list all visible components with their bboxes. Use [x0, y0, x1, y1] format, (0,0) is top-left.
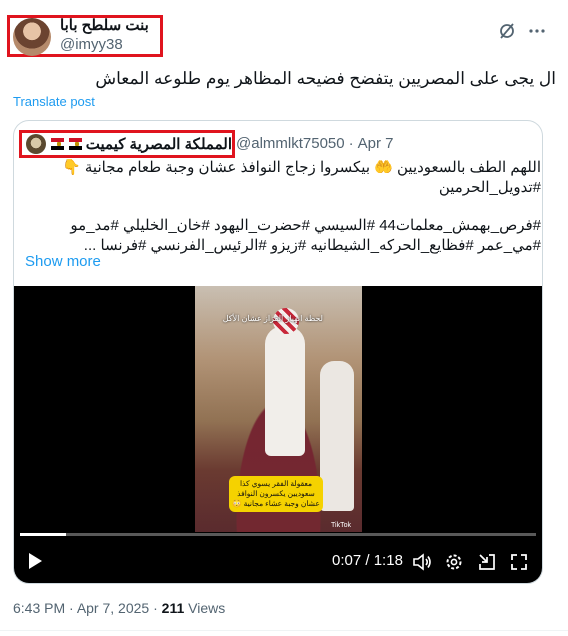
time-separator: / [361, 552, 374, 569]
grok-slash-icon[interactable] [496, 20, 518, 42]
quote-author-avatar[interactable] [26, 134, 46, 154]
author-avatar[interactable] [13, 18, 51, 56]
picture-in-picture-icon[interactable] [476, 551, 498, 573]
meta-dot: · [65, 600, 77, 616]
quote-author-name-row[interactable]: المملكة المصرية كيميت [50, 135, 232, 153]
tweet-text: ال يجى على المصريين يتفضح فضيحه المظاهر … [95, 69, 556, 88]
views-label: Views [188, 600, 226, 616]
video-caption-line: عشان وجبة عشاء مجانية 😳 [232, 499, 320, 508]
quote-text-line: #مي_عمر #فظايع_الحركه_الشيطانيه #زيزو #ا… [83, 237, 541, 254]
tweet-time[interactable]: 6:43 PM [13, 600, 65, 616]
quote-text-line: اللهم الطف بالسعوديين 🤲 بيكسروا زجاج الن… [62, 159, 541, 176]
egypt-flag-icon [68, 138, 82, 150]
quote-author-display-name: المملكة المصرية كيميت [85, 136, 232, 153]
tweet-date[interactable]: Apr 7, 2025 [77, 600, 149, 616]
meta-dot: · [149, 600, 162, 616]
current-time: 0:07 [332, 552, 362, 569]
play-icon[interactable] [24, 550, 46, 572]
quote-author-handle[interactable]: @almmlkt75050 [236, 135, 345, 152]
video-frame: لحظة انهيار القزاز عشان الأكل معقولة الف… [195, 286, 362, 532]
video-overlay-top: لحظة انهيار القزاز عشان الأكل [222, 314, 323, 323]
quote-separator: · [348, 135, 354, 152]
egypt-flag-icon [51, 138, 64, 150]
author-display-name[interactable]: بنت سلطح بابا [60, 16, 155, 34]
video-player[interactable]: لحظة انهيار القزاز عشان الأكل معقولة الف… [14, 286, 542, 583]
views-count: 211 [161, 600, 185, 616]
quote-date[interactable]: Apr 7 [358, 135, 394, 152]
video-progress-track[interactable] [20, 533, 536, 536]
video-caption-line: سعوديين يكسرون النوافذ [237, 489, 315, 498]
quote-text-line: #تدويل_الحرمين [438, 179, 541, 196]
translate-post-link[interactable]: Translate post [13, 94, 95, 109]
duration: 1:18 [373, 552, 403, 569]
ellipsis-icon[interactable] [526, 20, 548, 42]
show-more-link[interactable]: Show more [25, 253, 101, 270]
author-handle[interactable]: @imyy38 [60, 36, 123, 53]
video-time: 0:07 / 1:18 [332, 552, 403, 569]
video-figure [265, 326, 305, 456]
video-figure [320, 361, 354, 511]
quote-author-handle-row: @almmlkt75050 · Apr 7 [236, 135, 393, 152]
tiktok-watermark: TikTok [331, 522, 351, 529]
video-caption-box: معقولة الفقر يسوي كذا سعوديين يكسرون الن… [229, 476, 323, 512]
video-progress-fill [20, 533, 67, 536]
volume-icon[interactable] [411, 551, 433, 573]
divider [0, 630, 568, 631]
video-caption-line: معقولة الفقر يسوي كذا [239, 479, 313, 488]
tweet-meta: 6:43 PM · Apr 7, 2025 · 211 Views [13, 600, 225, 616]
settings-gear-icon[interactable] [443, 551, 465, 573]
quote-text-line: #فرص_بهمش_معلمات44 #السيسي #حضرت_اليهود … [70, 217, 541, 234]
fullscreen-icon[interactable] [508, 551, 530, 573]
